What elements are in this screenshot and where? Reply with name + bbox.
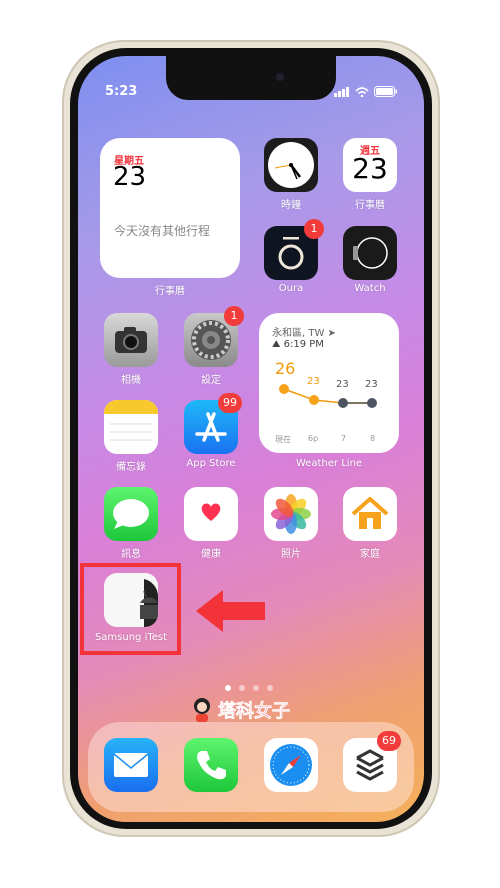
page-dot[interactable] xyxy=(253,685,259,691)
app-home[interactable] xyxy=(343,487,397,541)
app-label: 照片 xyxy=(281,549,301,560)
notification-badge: 99 xyxy=(218,393,242,413)
heart-icon xyxy=(201,503,221,521)
app-label: 健康 xyxy=(201,549,221,560)
dock-phone[interactable] xyxy=(184,738,238,792)
app-label: 家庭 xyxy=(360,549,380,560)
sun-icon xyxy=(279,384,289,394)
notification-badge: 69 xyxy=(377,731,401,751)
app-watch[interactable] xyxy=(343,226,397,280)
phone-icon xyxy=(197,751,226,780)
calendar-app-day: 23 xyxy=(352,152,388,185)
signal-icon xyxy=(334,86,349,97)
app-label: 訊息 xyxy=(121,549,141,560)
weather-widget-label: Weather Line xyxy=(295,458,363,469)
app-notes[interactable] xyxy=(104,400,158,454)
envelope-icon xyxy=(113,753,149,777)
app-photos[interactable] xyxy=(264,487,318,541)
weather-time: 8 xyxy=(370,434,376,443)
wifi-icon xyxy=(355,86,369,97)
status-icons xyxy=(334,86,398,97)
app-label: Watch xyxy=(354,283,386,294)
watermark-avatar-icon xyxy=(194,698,210,722)
app-label: 設定 xyxy=(201,375,221,386)
app-messages[interactable] xyxy=(104,487,158,541)
watch-icon xyxy=(353,237,388,269)
notch xyxy=(166,56,336,100)
red-arrow-icon xyxy=(196,590,265,632)
page-dot-active[interactable] xyxy=(225,685,231,691)
weather-time: 現在 xyxy=(275,435,291,444)
app-samsung-itest[interactable] xyxy=(104,573,158,627)
home-screen: 5:23 星期五 23 今天沒有其他行程 行事曆 時鐘 週五 23 行事曆 1 … xyxy=(78,56,424,822)
app-label: 相機 xyxy=(121,375,141,386)
speech-bubble-icon xyxy=(113,499,149,529)
app-calendar[interactable]: 週五 23 xyxy=(343,138,397,192)
android-icon xyxy=(140,579,158,627)
app-label: 時鐘 xyxy=(281,200,301,211)
page-dot[interactable] xyxy=(267,685,273,691)
house-icon xyxy=(351,497,389,529)
notification-badge: 1 xyxy=(304,219,324,239)
dock-mail[interactable] xyxy=(104,738,158,792)
app-label: App Store xyxy=(186,458,236,469)
moon-icon xyxy=(338,398,348,408)
calendar-widget-label: 行事曆 xyxy=(155,286,185,297)
compass-icon xyxy=(270,744,312,786)
photos-flower-icon xyxy=(271,494,311,534)
app-camera[interactable] xyxy=(104,313,158,367)
app-label: 備忘錄 xyxy=(116,462,146,473)
camera-dot xyxy=(276,73,284,81)
notification-badge: 1 xyxy=(224,306,244,326)
notes-icon xyxy=(104,400,158,441)
status-time: 5:23 xyxy=(105,84,138,99)
clock-icon xyxy=(268,142,314,188)
watermark: 塔科女子 xyxy=(190,696,290,724)
battery-icon xyxy=(374,86,397,97)
app-health[interactable] xyxy=(184,487,238,541)
moon-icon xyxy=(367,398,377,408)
weather-widget[interactable]: 永和區, TW ➤ ⛰ 6:19 PM 26 23 23 23 現在 6p 7 … xyxy=(259,313,399,453)
calendar-day: 23 xyxy=(113,162,147,192)
weather-time: 6p xyxy=(308,434,319,443)
app-label: Oura xyxy=(278,283,304,294)
app-clock[interactable] xyxy=(264,138,318,192)
dock-safari[interactable] xyxy=(264,738,318,792)
app-label: Samsung iTest xyxy=(94,632,168,643)
sun-icon xyxy=(309,395,319,405)
calendar-widget[interactable]: 星期五 23 今天沒有其他行程 xyxy=(100,138,240,278)
camera-icon xyxy=(115,327,147,353)
weather-line-graph xyxy=(279,384,377,408)
weather-time: 7 xyxy=(341,434,347,443)
calendar-message: 今天沒有其他行程 xyxy=(114,224,211,238)
watermark-text: 塔科女子 xyxy=(218,701,291,723)
page-dot[interactable] xyxy=(239,685,245,691)
app-label: 行事曆 xyxy=(355,200,385,211)
